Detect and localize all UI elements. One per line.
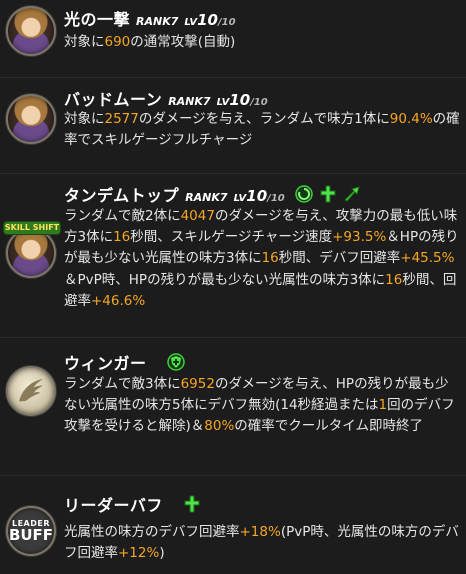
desc-text: ランダムで敵2体に — [64, 208, 181, 224]
skill-header: バッドムーン RANK7 LV10/10 — [64, 86, 268, 110]
skill-description: ランダムで敵2体に4047のダメージを与え、攻撃力の最も低い味方3体に16秒間、… — [64, 206, 460, 312]
skill-name: バッドムーン — [64, 90, 163, 109]
desc-text: 光属性の味方のデバフ回避率 — [64, 524, 240, 540]
desc-text: 秒間、デバフ回避率 — [278, 250, 401, 267]
desc-text: 対象に — [64, 111, 105, 127]
portrait-icon — [6, 228, 56, 278]
highlight-value: +18% — [239, 524, 281, 540]
highlight-value: 80% — [204, 418, 235, 435]
skill-row[interactable]: LEADER BUFF リーダーバフ 光属性の味方のデバフ回避率+18%(PvP… — [0, 475, 466, 572]
skill-shift-badge: SKILL SHIFT — [4, 222, 60, 234]
skill-level-max: /10 — [218, 17, 236, 28]
skill-name: ウィンガー — [64, 354, 147, 373]
effect-icons — [295, 185, 361, 203]
skill-row[interactable]: ウィンガー ランダムで敵3体に6952のダメージを与え、HPの残りが最も少ない光… — [0, 337, 466, 464]
skill-name: リーダーバフ — [64, 496, 163, 515]
highlight-value: +46.6% — [91, 292, 146, 309]
desc-text: ランダムで敵3体に — [64, 376, 181, 392]
skill-level-max: /10 — [250, 97, 268, 108]
skill-header: リーダーバフ — [64, 492, 201, 516]
wing-icon — [6, 366, 56, 416]
skill-level: 10 — [197, 11, 218, 29]
highlight-value: 4047 — [180, 208, 215, 224]
highlight-value: 1 — [378, 397, 388, 414]
desc-text: ＆PvP時、HPの残りが最も少ない光属性の味方3体に — [64, 271, 386, 288]
desc-text: のダメージを与え、ランダムで味方1体に — [138, 111, 390, 127]
highlight-value: 6952 — [180, 376, 215, 392]
skill-rank: RANK7 — [168, 95, 211, 108]
highlight-value: 690 — [104, 34, 131, 50]
skill-row[interactable]: 光の一撃 RANK7 LV10/10 対象に690の通常攻撃(自動) — [0, 4, 466, 70]
highlight-value: 16 — [385, 271, 403, 288]
skill-name: 光の一撃 — [64, 10, 131, 29]
skill-level: 10 — [246, 187, 268, 205]
skill-level-label: LV — [216, 97, 230, 108]
desc-text: 対象に — [64, 34, 105, 50]
skill-list: 光の一撃 RANK7 LV10/10 対象に690の通常攻撃(自動) バッドムー… — [0, 0, 466, 574]
skill-name: タンデムトップ — [64, 186, 180, 205]
skill-header: ウィンガー — [64, 350, 185, 374]
effect-icons — [183, 495, 201, 513]
cross-heal-icon — [184, 495, 200, 513]
skill-description: 光属性の味方のデバフ回避率+18%(PvP時、光属性の味方のデバフ回避率+12%… — [64, 522, 460, 564]
highlight-value: +93.5% — [332, 229, 387, 246]
skill-header: タンデムトップ RANK7 LV10/10 — [64, 182, 361, 206]
leader-buff-icon: LEADER BUFF — [6, 506, 56, 556]
skill-description: 対象に690の通常攻撃(自動) — [64, 32, 460, 53]
skill-row[interactable]: バッドムーン RANK7 LV10/10 対象に2577のダメージを与え、ランダ… — [0, 77, 466, 166]
portrait-icon — [6, 6, 56, 56]
desc-text: の確率でクールタイム即時終了 — [234, 418, 424, 435]
speed-arrow-icon — [343, 186, 360, 202]
skill-header: 光の一撃 RANK7 LV10/10 — [64, 6, 236, 30]
skill-description: ランダムで敵3体に6952のダメージを与え、HPの残りが最も少ない光属性の味方5… — [64, 374, 460, 438]
skill-rank: RANK7 — [136, 15, 179, 28]
shield-cross-icon — [166, 353, 185, 371]
portrait-icon — [6, 94, 56, 144]
skill-description: 対象に2577のダメージを与え、ランダムで味方1体に90.4%の確率でスキルゲー… — [64, 109, 460, 151]
skill-level-label: LV — [233, 193, 247, 204]
effect-icons — [166, 353, 185, 371]
skill-level-max: /10 — [267, 193, 285, 204]
highlight-value: 16 — [261, 250, 279, 267]
highlight-value: 2577 — [104, 111, 139, 127]
highlight-value: 16 — [113, 229, 131, 246]
spiral-buff-icon — [295, 185, 313, 203]
highlight-value: +45.5% — [400, 250, 455, 267]
skill-level: 10 — [229, 91, 251, 109]
skill-rank: RANK7 — [185, 191, 228, 204]
highlight-value: 90.4% — [389, 111, 433, 127]
desc-text: 秒間、スキルゲージチャージ速度 — [130, 229, 333, 246]
highlight-value: +12% — [118, 545, 160, 562]
desc-text: ) — [159, 545, 165, 562]
wing-glyph-icon — [19, 379, 43, 402]
desc-text: の通常攻撃(自動) — [130, 34, 236, 50]
skill-level-label: LV — [184, 17, 198, 28]
skill-row[interactable]: SKILL SHIFT タンデムトップ RANK7 LV10/10 ランダムで敵… — [0, 173, 466, 330]
cross-heal-icon — [320, 185, 336, 203]
